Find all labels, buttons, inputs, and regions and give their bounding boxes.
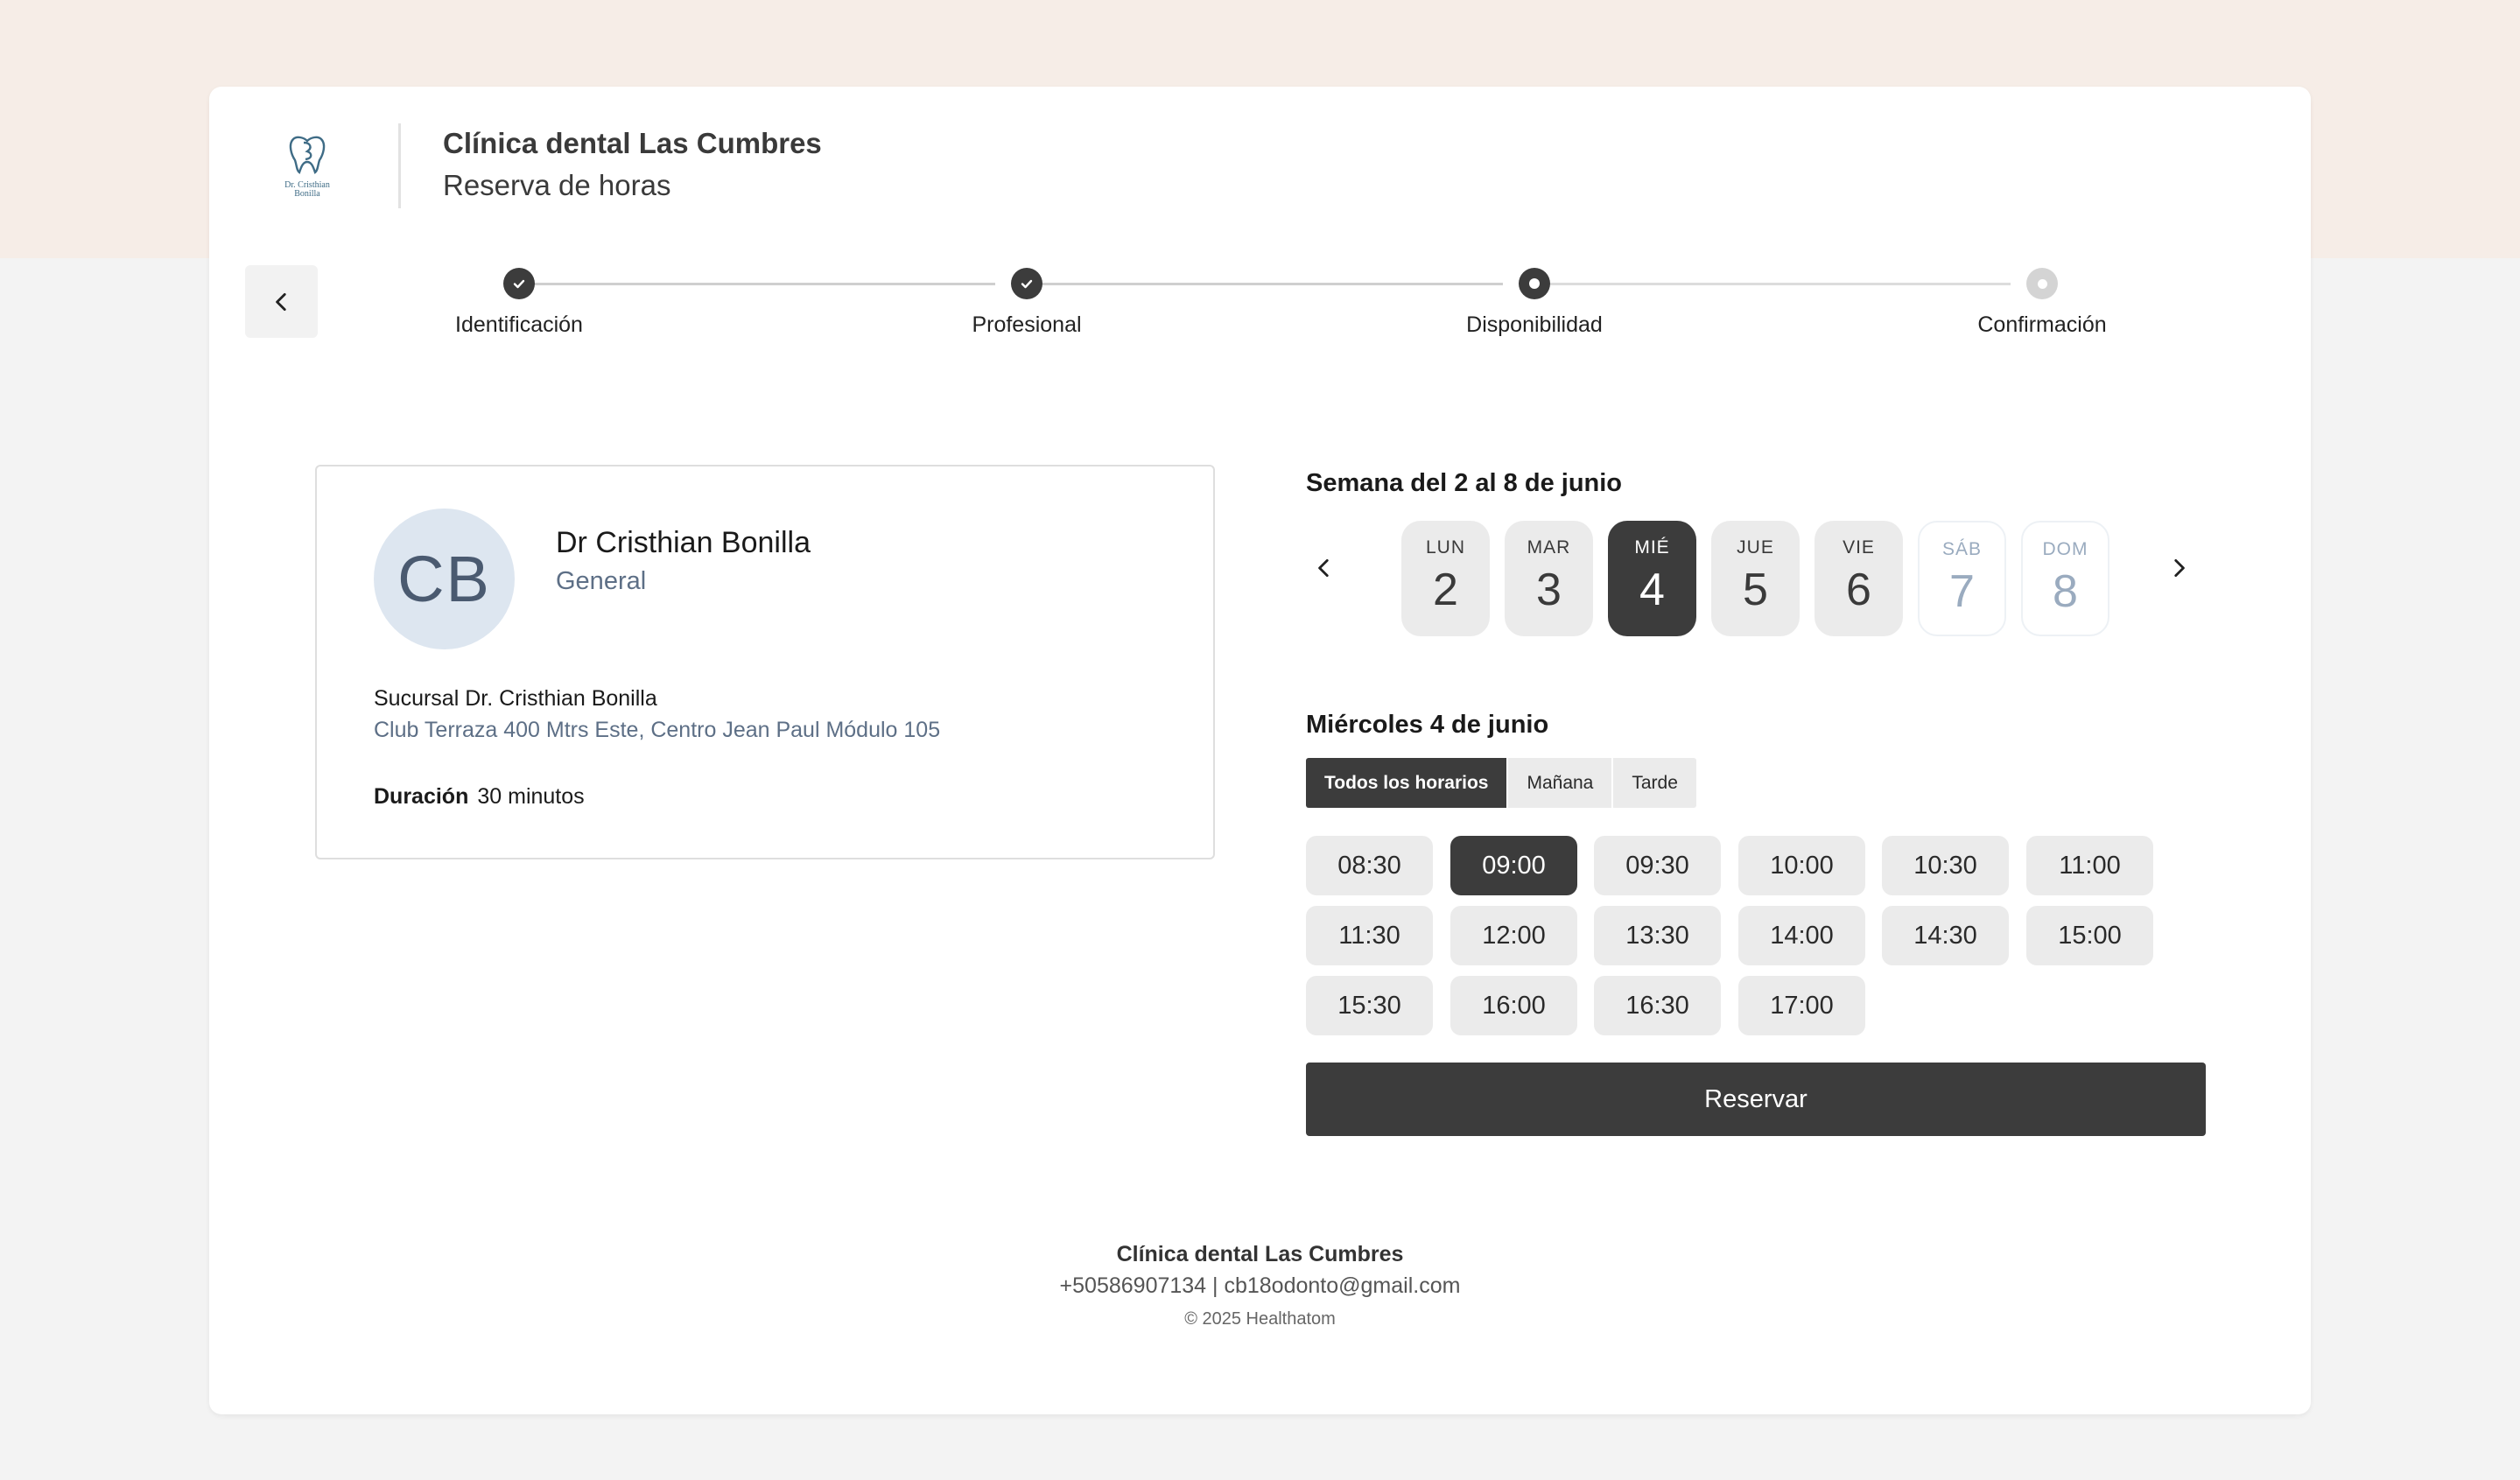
selected-date-title: Miércoles 4 de junio [1306,711,1549,739]
time-slot[interactable]: 15:30 [1306,976,1433,1035]
time-slot-selected[interactable]: 09:00 [1450,836,1577,895]
time-slot[interactable]: 11:30 [1306,906,1433,965]
time-filter-tabs: Todos los horarios Mañana Tarde [1306,758,1696,808]
branch-name: Sucursal Dr. Cristhian Bonilla [374,686,657,711]
professional-specialty: General [556,567,647,595]
day-vie[interactable]: VIE 6 [1815,521,1903,636]
clinic-title: Clínica dental Las Cumbres [443,127,822,159]
duration-value: 30 minutos [477,784,585,809]
day-dom: DOM 8 [2021,521,2109,636]
time-slot[interactable]: 08:30 [1306,836,1433,895]
time-slot[interactable]: 14:00 [1738,906,1865,965]
header-divider [398,123,401,208]
prev-week-button[interactable] [1307,551,1342,586]
svg-text:Bonilla: Bonilla [294,189,320,199]
step-disponibilidad-marker [1519,268,1550,299]
time-slot[interactable]: 16:30 [1594,976,1721,1035]
footer-contact: +50586907134 | cb18odonto@gmail.com [1059,1273,1461,1298]
step-connector [1534,283,2011,285]
duration-label: Duración [374,784,469,809]
chevron-left-icon [275,292,286,311]
step-label-confirmacion: Confirmación [1977,312,2107,337]
check-icon [1021,279,1033,289]
time-slot[interactable]: 10:00 [1738,836,1865,895]
step-label-identificacion: Identificación [455,312,583,337]
week-title: Semana del 2 al 8 de junio [1306,469,1623,497]
filter-todos[interactable]: Todos los horarios [1306,758,1509,808]
next-week-button[interactable] [2161,551,2196,586]
step-identificacion-marker [503,268,535,299]
chevron-right-icon [2174,558,2185,578]
time-slot[interactable]: 12:00 [1450,906,1577,965]
avatar: CB [374,509,515,649]
footer-clinic-name: Clínica dental Las Cumbres [1116,1242,1404,1266]
day-mar[interactable]: MAR 3 [1505,521,1593,636]
duration: Duración 30 minutos [374,784,585,810]
step-confirmacion-marker [2026,268,2058,299]
chevron-left-icon [1318,558,1329,578]
professional-card: CB Dr Cristhian Bonilla General Sucursal… [315,465,1215,859]
check-icon [513,279,525,289]
footer-copyright: © 2025 Healthatom [1184,1309,1336,1329]
time-slot[interactable]: 09:30 [1594,836,1721,895]
time-slot[interactable]: 14:30 [1882,906,2009,965]
step-profesional-marker [1011,268,1042,299]
day-jue[interactable]: JUE 5 [1711,521,1800,636]
reserve-button[interactable]: Reservar [1306,1063,2206,1136]
day-mie[interactable]: MIÉ 4 [1608,521,1696,636]
time-slot[interactable]: 11:00 [2026,836,2153,895]
step-label-profesional: Profesional [972,312,1082,337]
branch-address: Club Terraza 400 Mtrs Este, Centro Jean … [374,718,941,742]
time-slot[interactable]: 16:00 [1450,976,1577,1035]
back-button[interactable] [245,265,318,338]
step-connector [1027,283,1503,285]
page-subtitle: Reserva de horas [443,169,671,201]
filter-manana[interactable]: Mañana [1508,758,1614,808]
time-slot[interactable]: 13:30 [1594,906,1721,965]
day-sab: SÁB 7 [1918,521,2006,636]
time-slot[interactable]: 10:30 [1882,836,2009,895]
time-slot[interactable]: 15:00 [2026,906,2153,965]
filter-tarde[interactable]: Tarde [1613,758,1696,808]
step-connector [519,283,995,285]
day-lun[interactable]: LUN 2 [1401,521,1490,636]
professional-name: Dr Cristhian Bonilla [556,526,811,559]
time-slot[interactable]: 17:00 [1738,976,1865,1035]
step-label-disponibilidad: Disponibilidad [1466,312,1603,337]
tooth-logo-icon: Dr. Cristhian Bonilla [284,136,330,199]
booking-card: Dr. Cristhian Bonilla Clínica dental Las… [209,87,2311,1414]
clinic-logo: Dr. Cristhian Bonilla [272,132,342,199]
